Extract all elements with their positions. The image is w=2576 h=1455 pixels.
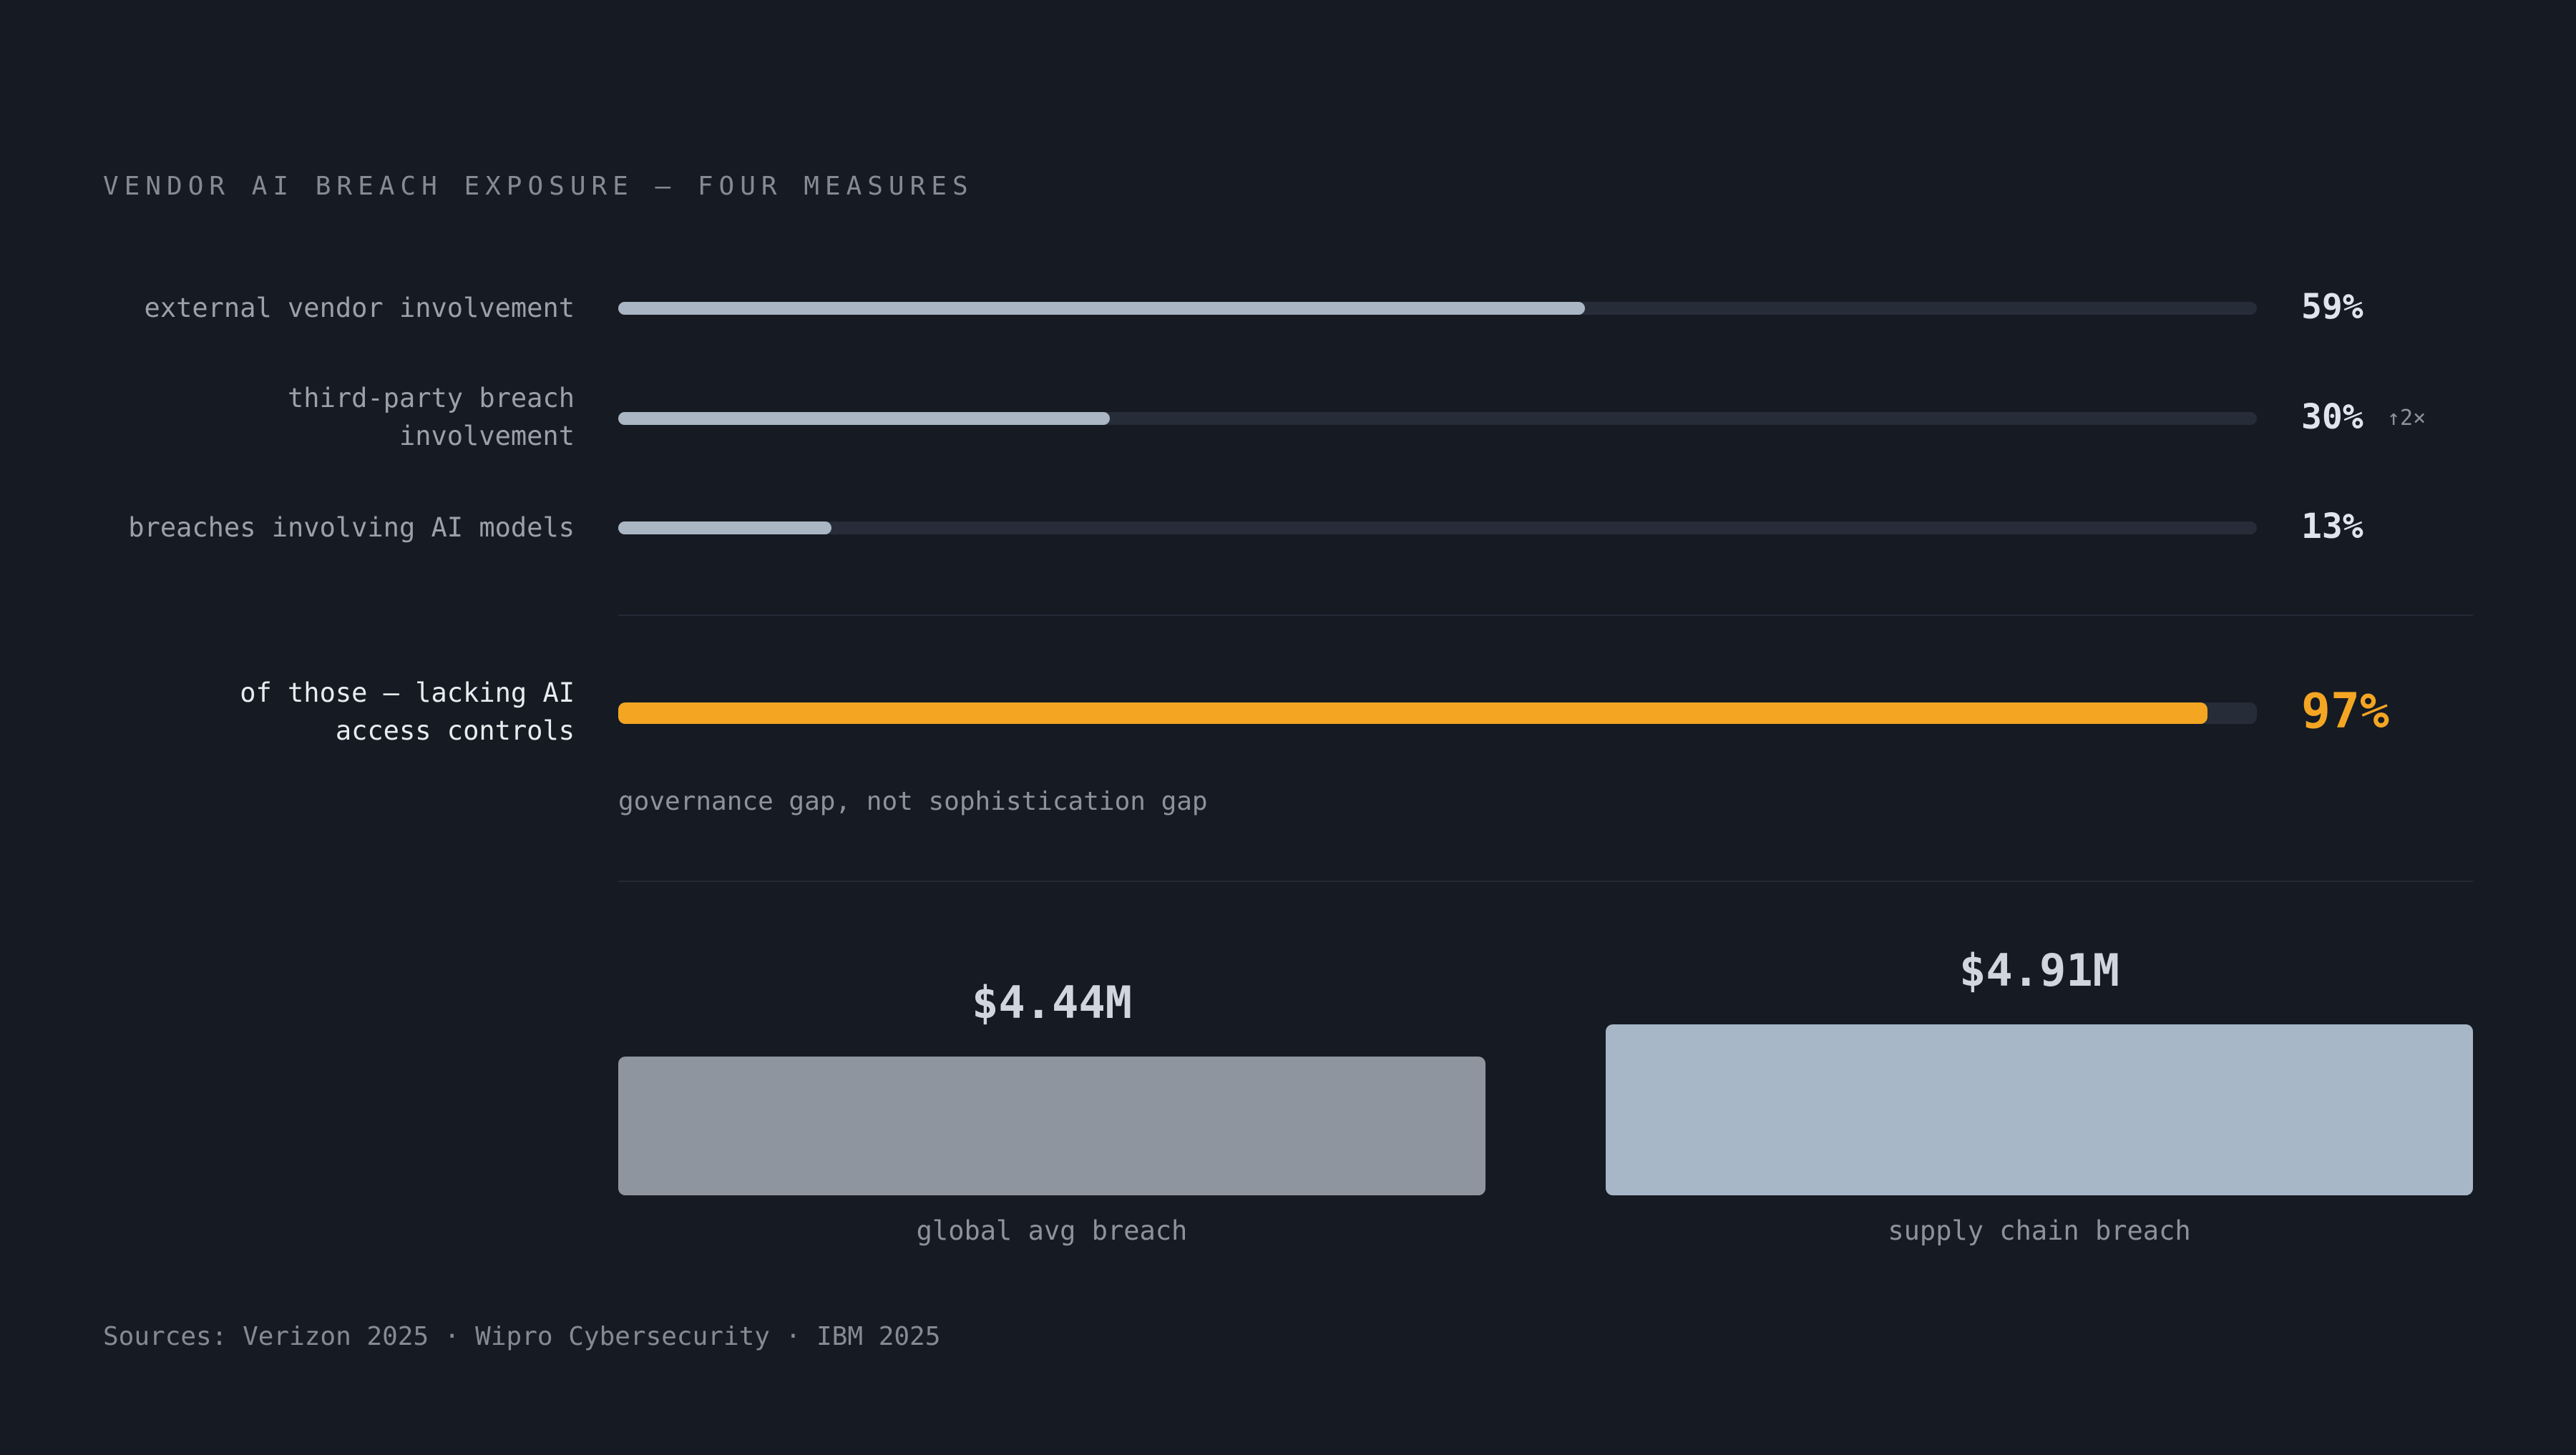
cost-label-supply-chain: supply chain breach bbox=[1888, 1215, 2191, 1246]
cost-bar-supply-chain bbox=[1606, 1024, 2473, 1195]
bar-fill-access-controls bbox=[618, 702, 2208, 724]
cost-bar-global-avg bbox=[618, 1057, 1485, 1195]
bar-fill-third-party bbox=[618, 412, 1110, 425]
governance-note: governance gap, not sophistication gap bbox=[618, 787, 1208, 816]
chart-title: VENDOR AI BREACH EXPOSURE — FOUR MEASURE… bbox=[103, 172, 974, 201]
bar-fill-external-vendor bbox=[618, 302, 1586, 315]
cost-label-global-avg: global avg breach bbox=[916, 1215, 1188, 1246]
divider-bottom bbox=[618, 881, 2473, 882]
cost-value-supply-chain: $4.91M bbox=[1959, 944, 2119, 996]
bar-track-external-vendor bbox=[618, 302, 2257, 315]
value-label-external-vendor: 59% bbox=[2301, 287, 2363, 328]
sources-footnote: Sources: Verizon 2025 · Wipro Cybersecur… bbox=[103, 1322, 941, 1351]
row-label-access-controls: of those — lacking AI access controls bbox=[240, 677, 575, 746]
value-label-third-party: 30% bbox=[2301, 397, 2363, 438]
multiplier-annotation: ↑2× bbox=[2387, 406, 2426, 431]
row-label-third-party: third-party breach involvement bbox=[288, 383, 575, 451]
row-label-ai-models: breaches involving AI models bbox=[128, 512, 575, 543]
cost-value-global-avg: $4.44M bbox=[972, 976, 1132, 1029]
bar-track-third-party bbox=[618, 412, 2257, 425]
value-label-access-controls: 97% bbox=[2301, 682, 2389, 740]
bar-track-ai-models bbox=[618, 521, 2257, 534]
bar-track-access-controls bbox=[618, 702, 2257, 724]
row-label-external-vendor: external vendor involvement bbox=[144, 293, 575, 323]
value-label-ai-models: 13% bbox=[2301, 506, 2363, 547]
divider-top bbox=[618, 614, 2473, 616]
bar-fill-ai-models bbox=[618, 521, 831, 534]
